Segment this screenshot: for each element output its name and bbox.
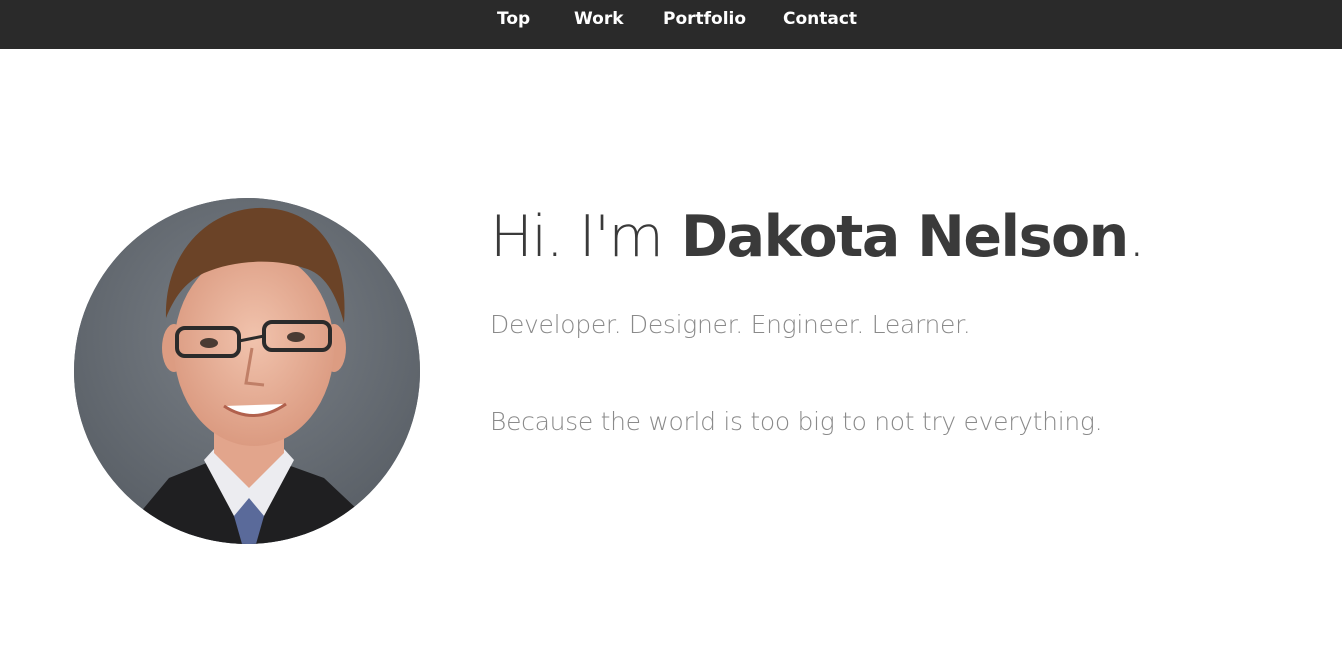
nav-link-work[interactable]: Work bbox=[574, 9, 624, 29]
name-text: Dakota Nelson bbox=[680, 204, 1129, 270]
hero-tagline: Developer. Designer. Engineer. Learner. bbox=[490, 310, 971, 339]
nav-menu: Top Work Portfolio Contact bbox=[0, 0, 1342, 38]
nav-link-top[interactable]: Top bbox=[497, 9, 530, 29]
hero-motto: Because the world is too big to not try … bbox=[490, 407, 1103, 436]
nav-link-portfolio[interactable]: Portfolio bbox=[663, 9, 746, 29]
profile-photo bbox=[74, 198, 420, 544]
top-navbar: Top Work Portfolio Contact bbox=[0, 0, 1342, 49]
portrait-illustration bbox=[74, 198, 420, 544]
name-suffix: . bbox=[1127, 204, 1146, 270]
hero-heading: Hi. I'm Dakota Nelson. bbox=[490, 201, 1146, 273]
nav-link-contact[interactable]: Contact bbox=[783, 9, 857, 29]
greeting-text: Hi. I'm bbox=[490, 204, 664, 270]
